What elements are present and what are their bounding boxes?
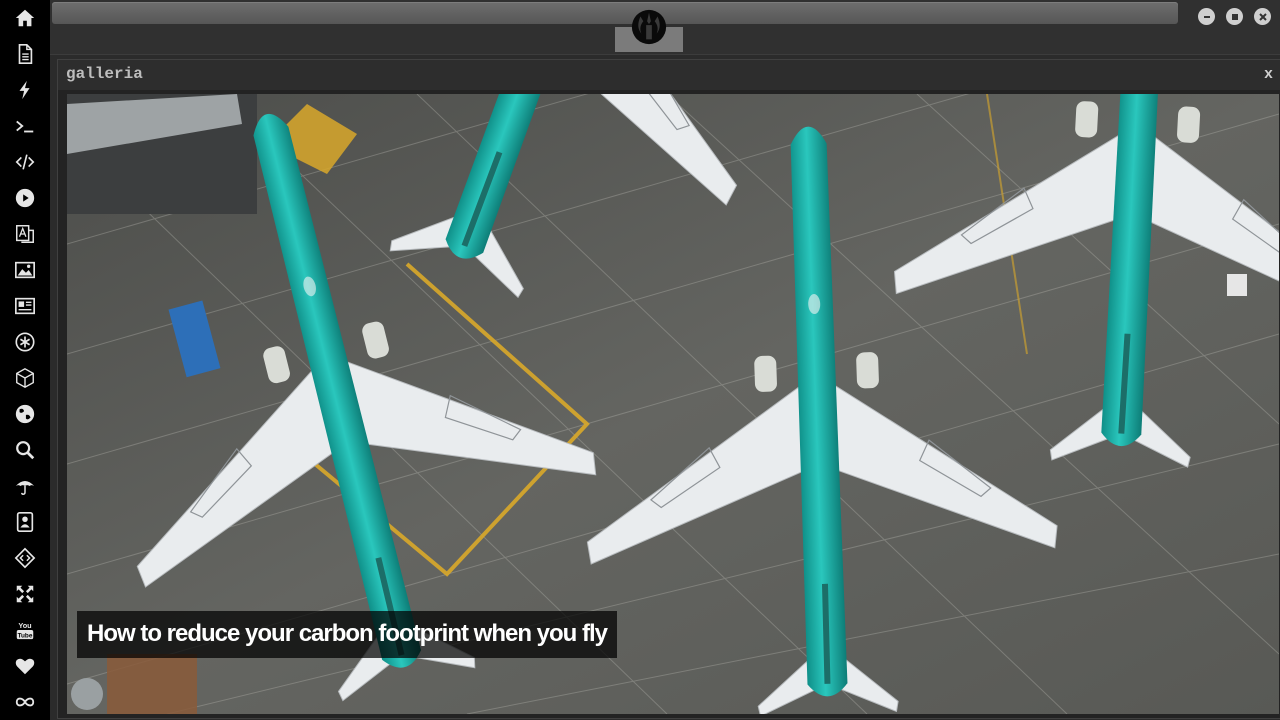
- document-icon[interactable]: [9, 40, 41, 68]
- rebel-alliance-icon: [631, 9, 667, 45]
- x-icon: [1258, 12, 1267, 21]
- panel-title: galleria: [66, 65, 143, 83]
- translate-icon[interactable]: [9, 220, 41, 248]
- heart-icon[interactable]: [9, 652, 41, 680]
- image-icon[interactable]: [9, 256, 41, 284]
- minimize-button[interactable]: [1198, 8, 1215, 25]
- panel-close-button[interactable]: x: [1264, 66, 1273, 83]
- gallery-photo[interactable]: How to reduce your carbon footprint when…: [67, 94, 1279, 714]
- youtube-icon[interactable]: You Tube: [9, 616, 41, 644]
- home-icon[interactable]: [9, 4, 41, 32]
- cube-icon[interactable]: [9, 364, 41, 392]
- panel-header: galleria x: [58, 60, 1280, 90]
- square-icon: [1231, 13, 1238, 20]
- expand-icon[interactable]: [9, 580, 41, 608]
- code-icon[interactable]: [9, 148, 41, 176]
- diamond-code-icon[interactable]: [9, 544, 41, 572]
- asterisk-icon[interactable]: [9, 328, 41, 356]
- minus-icon: [1203, 15, 1210, 18]
- play-icon[interactable]: [9, 184, 41, 212]
- galleria-panel: galleria x How to reduce your carbon foo…: [57, 59, 1280, 719]
- svg-text:You: You: [18, 621, 31, 630]
- umbrella-icon[interactable]: [9, 472, 41, 500]
- lightning-icon[interactable]: [9, 76, 41, 104]
- globe-icon[interactable]: [9, 400, 41, 428]
- svg-text:Tube: Tube: [18, 632, 33, 639]
- terminal-icon[interactable]: [9, 112, 41, 140]
- contact-card-icon[interactable]: [9, 508, 41, 536]
- search-icon[interactable]: [9, 436, 41, 464]
- maximize-button[interactable]: [1226, 8, 1243, 25]
- address-bar[interactable]: [52, 2, 1178, 24]
- photo-caption: How to reduce your carbon footprint when…: [77, 611, 618, 658]
- window-close-button[interactable]: [1254, 8, 1271, 25]
- infinity-icon[interactable]: [9, 688, 41, 716]
- newspaper-icon[interactable]: [9, 292, 41, 320]
- sidebar: You Tube: [0, 0, 50, 720]
